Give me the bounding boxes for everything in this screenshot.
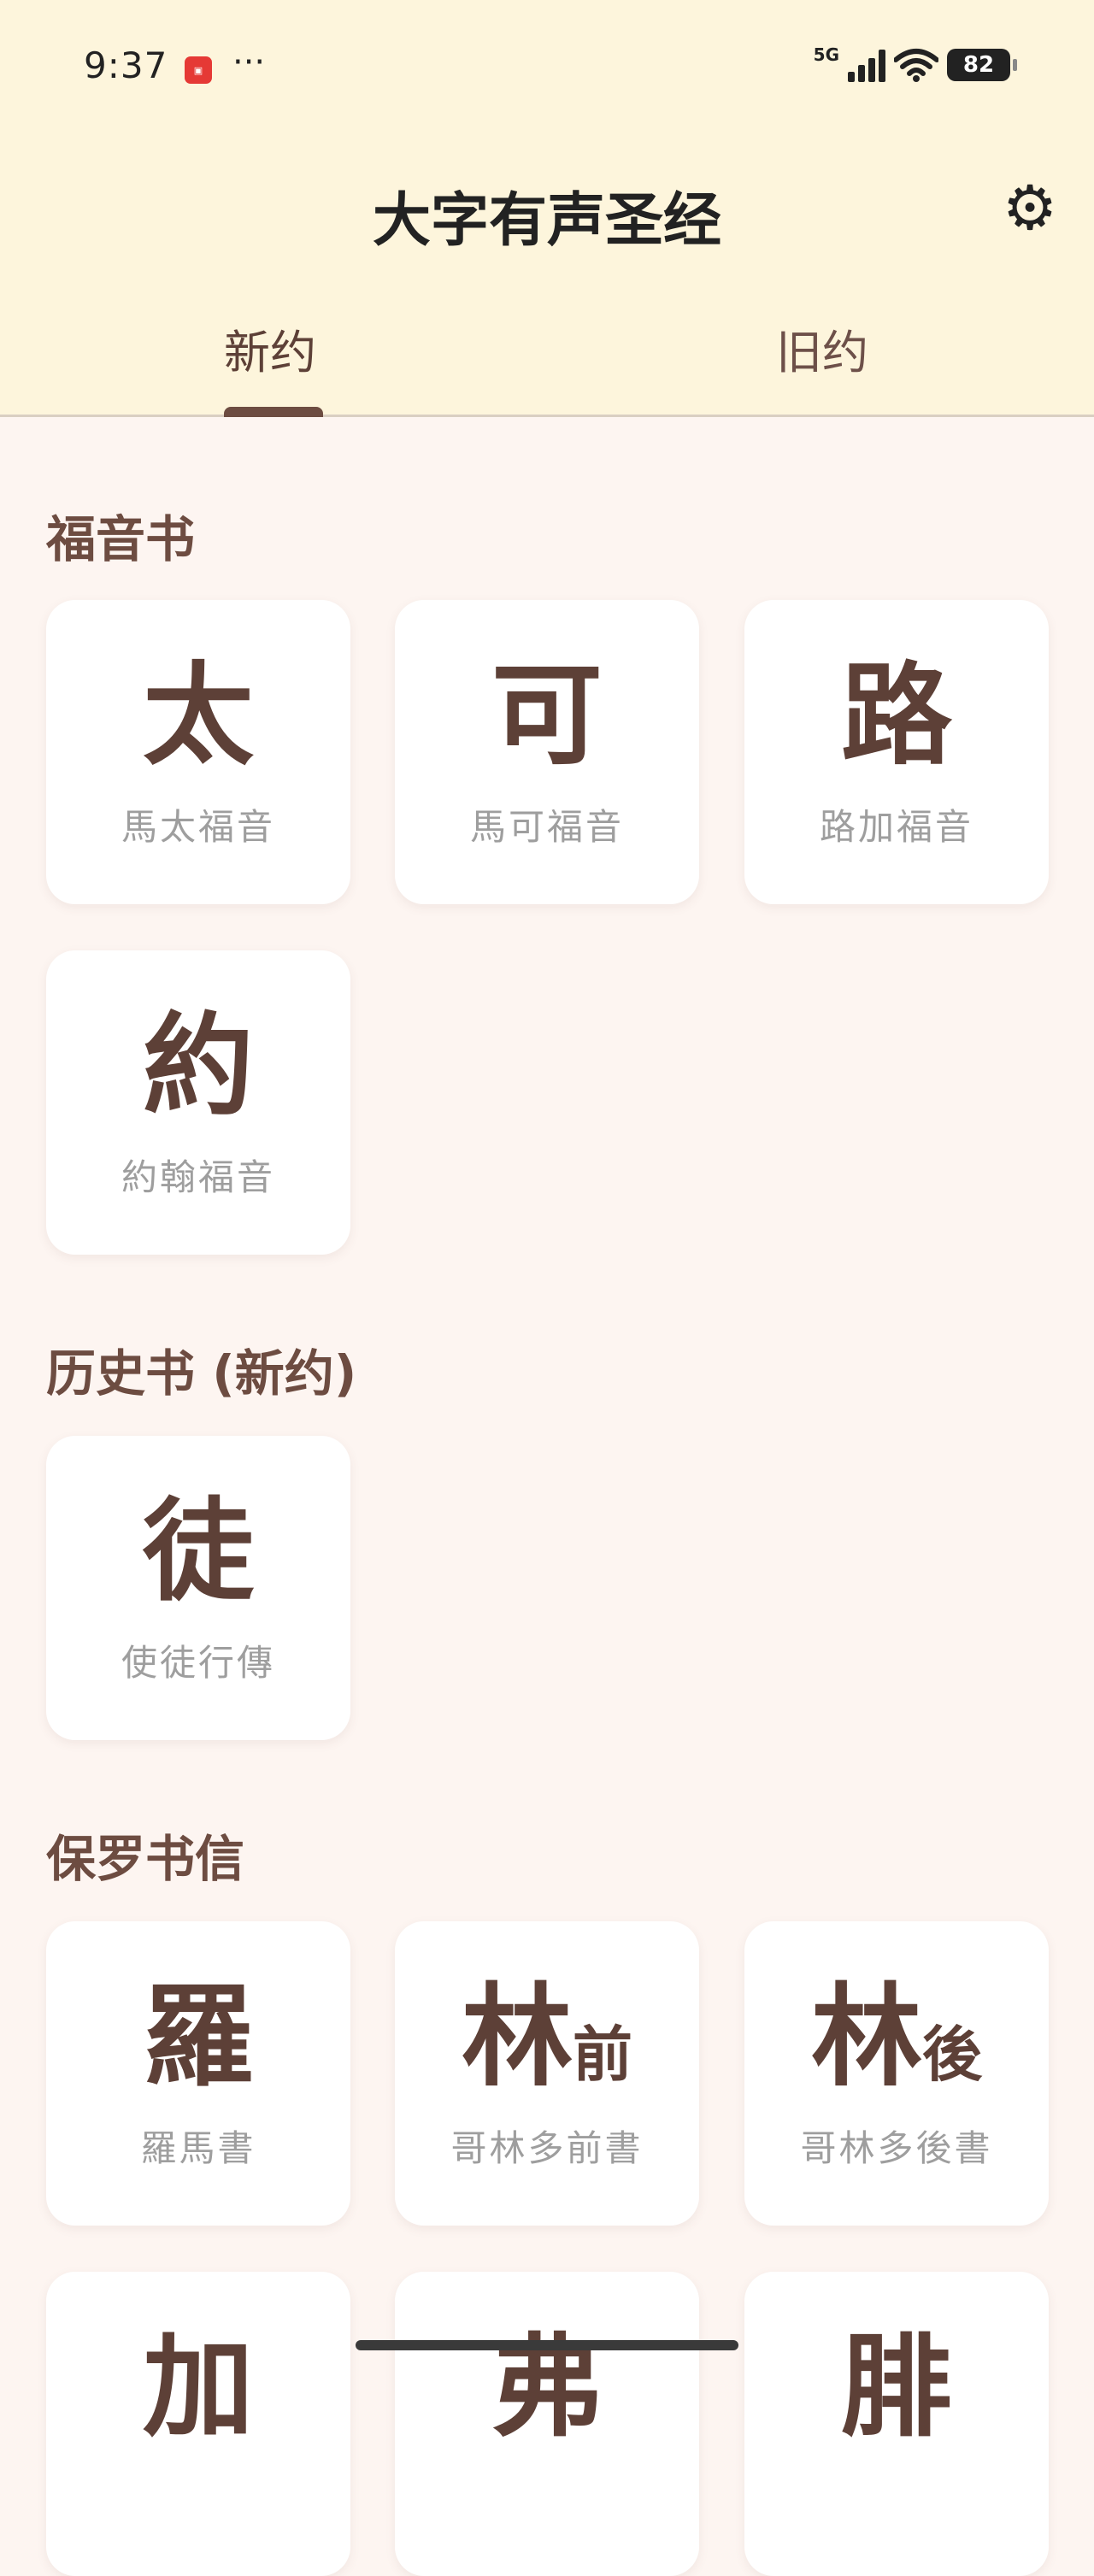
book-card-john[interactable]: 約 約翰福音	[46, 950, 350, 1255]
book-name: 哥林多前書	[450, 2127, 644, 2169]
tab-new-testament[interactable]: 新约	[224, 315, 316, 382]
book-abbrev: 林	[461, 1972, 573, 2102]
notification-app-icon: ▣	[185, 56, 212, 84]
section-title-gospels: 福音书	[46, 510, 196, 568]
book-abbrev: 羅	[142, 1972, 254, 2102]
book-abbrev: 徒	[142, 1486, 254, 1616]
book-abbrev-group: 林後	[744, 1973, 1049, 2119]
book-name: 羅馬書	[140, 2127, 256, 2169]
book-abbrev: 約	[142, 1001, 254, 1131]
page-title: 大字有声圣经	[372, 187, 721, 255]
book-abbrev: 可	[491, 650, 603, 780]
book-abbrev: 腓	[840, 2322, 952, 2452]
book-abbrev-suffix: 前	[573, 2020, 632, 2090]
tab-old-testament[interactable]: 旧约	[776, 315, 868, 382]
book-card-2-corinthians[interactable]: 林後 哥林多後書	[744, 1921, 1049, 2226]
book-abbrev-suffix: 後	[922, 2020, 982, 2090]
settings-gear-icon[interactable]: ⚙	[1000, 177, 1060, 238]
network-type-label: 5G	[813, 44, 839, 65]
book-name: 約翰福音	[121, 1156, 275, 1198]
book-card-matthew[interactable]: 太 馬太福音	[46, 600, 350, 904]
battery-icon: 82	[947, 49, 1017, 81]
book-name: 馬可福音	[469, 806, 624, 848]
book-abbrev: 加	[142, 2322, 254, 2452]
book-card-1-corinthians[interactable]: 林前 哥林多前書	[395, 1921, 699, 2226]
book-abbrev-group: 林前	[395, 1973, 699, 2119]
book-card-philippians[interactable]: 腓	[744, 2272, 1049, 2576]
book-name: 哥林多後書	[800, 2127, 993, 2169]
book-card-galatians[interactable]: 加	[46, 2272, 350, 2576]
active-tab-indicator	[224, 407, 323, 417]
status-indicators: 5G 82	[814, 44, 1017, 82]
wifi-icon	[894, 49, 938, 82]
book-card-acts[interactable]: 徒 使徒行傳	[46, 1436, 350, 1740]
more-notifications-icon: ···	[232, 43, 266, 82]
book-name: 使徒行傳	[121, 1642, 275, 1684]
home-indicator[interactable]	[356, 2340, 738, 2350]
book-abbrev: 林	[810, 1972, 922, 2102]
book-card-romans[interactable]: 羅 羅馬書	[46, 1921, 350, 2226]
status-time: 9:37	[84, 44, 168, 86]
section-title-pauline-epistles: 保罗书信	[46, 1830, 245, 1888]
book-card-luke[interactable]: 路 路加福音	[744, 600, 1049, 904]
book-name: 馬太福音	[121, 806, 275, 848]
section-title-history: 历史书 (新约)	[46, 1344, 357, 1403]
book-card-ephesians[interactable]: 弗	[395, 2272, 699, 2576]
book-card-mark[interactable]: 可 馬可福音	[395, 600, 699, 904]
app-header: 9:37 ▣ ··· 5G 82 大字有声圣经 ⚙ 新约 旧约	[0, 0, 1094, 417]
book-abbrev: 路	[840, 650, 952, 780]
book-abbrev: 太	[142, 650, 254, 780]
book-name: 路加福音	[819, 806, 973, 848]
signal-icon	[848, 48, 885, 82]
